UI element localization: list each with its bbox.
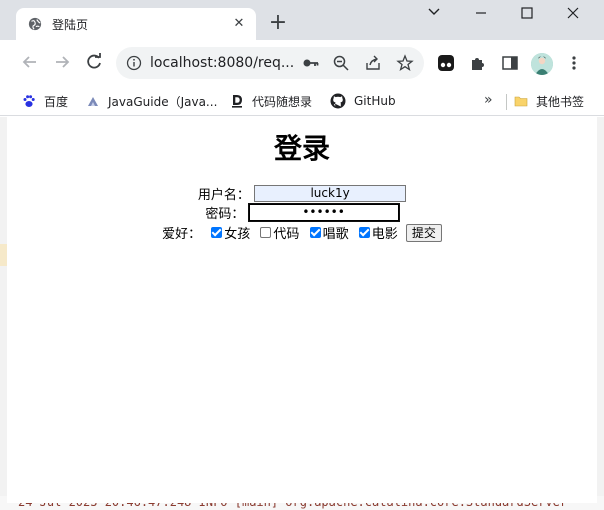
side-panel-icon[interactable] [501, 54, 519, 72]
maximize-button[interactable] [513, 6, 541, 26]
bookmark-label: GitHub [354, 94, 396, 108]
forward-arrow-icon[interactable] [52, 52, 74, 74]
back-arrow-icon[interactable] [20, 52, 42, 74]
bookmark-javaguide[interactable]: JavaGuide（Java... [86, 92, 217, 110]
username-label: 用户名： [197, 188, 250, 203]
page-title: 登录 [273, 132, 330, 165]
d-logo-icon [232, 95, 242, 108]
bookmark-label: 其他书签 [536, 94, 585, 109]
github-icon [330, 93, 346, 109]
javaguide-icon [88, 97, 98, 106]
close-tab-icon[interactable]: ✕ [230, 15, 248, 33]
reload-icon[interactable] [84, 52, 106, 74]
address-bar[interactable]: localhost:8080/req... [116, 47, 424, 79]
username-row: 用户名： luck1y [7, 184, 597, 203]
chevron-down-icon[interactable] [420, 4, 448, 24]
hobby-option-label: 唱歌 [322, 227, 349, 242]
minimize-button[interactable] [467, 6, 495, 26]
bookmark-label: 百度 [44, 94, 69, 109]
close-window-button[interactable] [559, 6, 587, 26]
folder-icon [514, 96, 528, 107]
password-label: 密码： [205, 207, 245, 222]
bookmark-programmercarl[interactable]: 代码随想录 [230, 92, 312, 110]
hobby-checkbox-movie[interactable] [358, 227, 370, 238]
zoom-icon[interactable] [332, 54, 350, 72]
profile-avatar[interactable] [531, 53, 553, 75]
extension-tampermonkey-icon[interactable] [437, 54, 455, 72]
toolbar: localhost:8080/req... [0, 40, 604, 86]
key-icon[interactable] [302, 54, 320, 72]
bookmark-label: JavaGuide（Java... [108, 94, 218, 109]
browser-window: 24-Jul-2023 20:46:47.248 INFO [main] org… [0, 0, 604, 510]
hobby-checkbox-code[interactable] [260, 227, 272, 238]
site-info-icon[interactable] [126, 55, 142, 71]
url-text: localhost:8080/req... [150, 55, 295, 71]
submit-button[interactable]: 提交 [405, 223, 442, 242]
page-content: 登录 用户名： luck1y 密码： •••••• 爱好： 女孩 代码 唱歌 电… [7, 117, 597, 503]
puzzle-icon[interactable] [469, 54, 487, 72]
star-icon[interactable] [396, 54, 414, 72]
background-ide-right [597, 117, 604, 510]
password-input[interactable]: •••••• [247, 203, 400, 222]
background-ide-highlight [0, 244, 7, 266]
kebab-menu-icon[interactable] [565, 54, 583, 72]
hobby-row: 爱好： 女孩 代码 唱歌 电影 提交 [7, 223, 597, 242]
hobby-checkbox-girl[interactable] [211, 227, 223, 238]
hobby-option-label: 代码 [273, 227, 300, 242]
hobby-checkbox-sing[interactable] [309, 227, 321, 238]
tab-login[interactable]: 登陆页 ✕ [16, 8, 256, 40]
globe-icon [28, 17, 42, 31]
bookmark-label: 代码随想录 [252, 94, 313, 109]
hobby-label: 爱好： [162, 227, 202, 242]
tab-title: 登陆页 [52, 18, 89, 32]
bookmark-separator [506, 94, 507, 110]
bookmark-other-folder[interactable]: 其他书签 [514, 92, 584, 110]
chevron-double-right-icon[interactable]: » [484, 92, 493, 108]
bookmark-baidu[interactable]: 百度 [22, 92, 68, 110]
bookmark-github[interactable]: GitHub [330, 92, 396, 110]
share-icon[interactable] [364, 54, 382, 72]
new-tab-button[interactable]: + [266, 12, 290, 36]
paw-icon [23, 95, 35, 107]
hobby-option-label: 电影 [371, 227, 398, 242]
background-ide-left [0, 117, 7, 510]
tab-strip: 登陆页 ✕ + [0, 0, 604, 40]
password-row: 密码： •••••• [7, 203, 597, 222]
hobby-option-label: 女孩 [224, 227, 251, 242]
bookmarks-bar: 百度 JavaGuide（Java... 代码随想录 GitHub » 其他书签 [0, 86, 604, 116]
username-input[interactable]: luck1y [254, 185, 407, 202]
